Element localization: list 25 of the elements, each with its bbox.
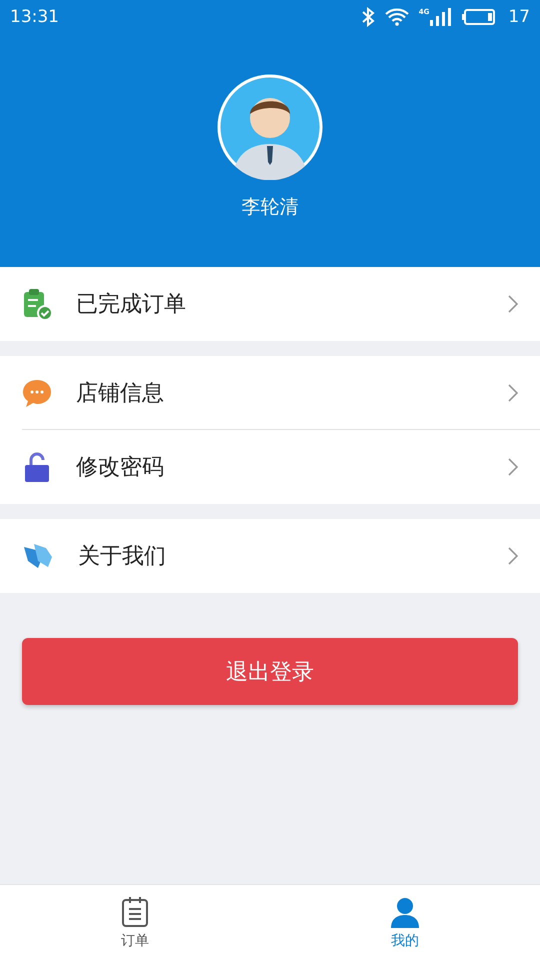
menu-item[interactable]: 店铺信息 [0, 356, 540, 430]
nav-tab[interactable]: 订单 [0, 885, 270, 960]
user-name: 李轮清 [242, 195, 298, 220]
battery-icon [462, 9, 496, 25]
battery-level: 17 [508, 7, 530, 27]
person-icon [390, 896, 420, 928]
signal-icon [430, 8, 452, 26]
menu-item[interactable]: 修改密码 [0, 430, 540, 504]
status-time: 13:31 [10, 7, 59, 27]
bluetooth-icon [360, 7, 375, 27]
hands-icon [22, 541, 54, 571]
chevron-right-icon [508, 295, 518, 313]
avatar-icon [217, 74, 323, 180]
logout-button[interactable]: 退出登录 [22, 638, 518, 705]
lock-icon [22, 451, 52, 483]
menu-item[interactable]: 关于我们 [0, 519, 540, 593]
chevron-right-icon [508, 458, 518, 476]
menu-item[interactable]: 已完成订单 [0, 267, 540, 341]
chevron-right-icon [508, 384, 518, 402]
clipboard-check-icon [22, 288, 52, 320]
wifi-icon [384, 8, 409, 26]
nav-tab[interactable]: 我的 [270, 885, 540, 960]
chevron-right-icon [508, 547, 518, 565]
chat-bubble-icon [22, 378, 52, 408]
clipboard-icon [121, 896, 149, 928]
